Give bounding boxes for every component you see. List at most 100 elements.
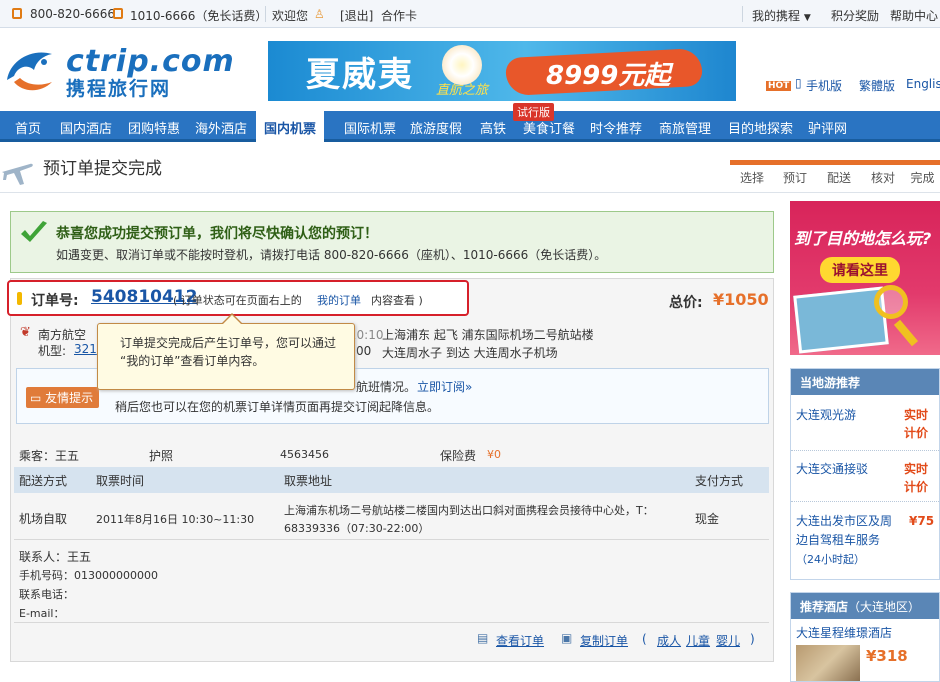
nav-seasonal[interactable]: 时令推荐 [590, 118, 642, 137]
flower-icon [442, 45, 482, 85]
magnifier-icon [874, 285, 908, 319]
banner-price: 8999元起 [546, 61, 671, 91]
bracket-close: ) [750, 632, 755, 646]
tour-sightseeing-link[interactable]: 大连观光游 [796, 406, 856, 423]
notice-badge: ▭ 友情提示 [26, 387, 100, 408]
col-address: 取票地址 [284, 474, 333, 488]
tour-car-rental-link[interactable]: 大连出发市区及周边自驾租车服务 [796, 512, 896, 550]
tour-car-rental-sub: （24小时起） [796, 553, 865, 566]
english-link[interactable]: English [906, 77, 940, 91]
mobile-version-link[interactable]: 手机版 [806, 77, 842, 94]
recommended-hotel-panel: 推荐酒店（大连地区） 大连星程维璟酒店 ¥318 [790, 592, 940, 682]
copy-order-icon: ▣ [561, 631, 573, 645]
nav-intl-flight[interactable]: 国际机票 [344, 118, 396, 137]
step-complete: 完成 [910, 171, 935, 185]
delivery-method: 机场自取 [19, 512, 68, 526]
phone-icon-2 [113, 7, 126, 21]
destination-ad[interactable]: 到了目的地怎么玩? 请看这里 [790, 201, 940, 355]
list-item: 大连出发市区及周边自驾租车服务 （24小时起） ¥75 [791, 503, 939, 573]
step-check: 核对 [870, 171, 895, 185]
checkmark-icon [21, 221, 47, 242]
local-tours-title: 当地游推荐 [791, 369, 939, 395]
trial-badge: 试行版 [513, 103, 554, 121]
hawaii-banner[interactable]: 夏威夷 直航之旅 8999元起 [268, 41, 736, 101]
delivery-table-header: 配送方式 取票时间 取票地址 支付方式 [14, 467, 769, 493]
view-order-link[interactable]: 查看订单 [496, 632, 544, 649]
nav-reviews[interactable]: 驴评网 [808, 118, 847, 137]
my-trip-menu[interactable]: 我的携程 ▼ [752, 7, 811, 24]
success-text: 如遇变更、取消订单或不能按时登机，请拨打电话 800-820-6666（座机）、… [56, 248, 607, 262]
nav-high-speed-rail[interactable]: 高铁 [480, 118, 506, 137]
my-trip-label: 我的携程 [752, 9, 801, 23]
hotel-photo[interactable] [796, 645, 860, 681]
points-link[interactable]: 积分奖励 [831, 7, 879, 24]
nav-overseas-hotel[interactable]: 海外酒店 [195, 118, 247, 137]
payment-method: 现金 [695, 512, 720, 526]
my-orders-link[interactable]: 我的订单 [317, 292, 361, 308]
marker-icon [17, 292, 22, 305]
pickup-time: 2011年8月16日 10:30~11:30 [96, 513, 255, 526]
hotline-1: 800-820-6666 [30, 7, 116, 21]
airline-name: 南方航空 [38, 328, 87, 342]
page-title: 预订单提交完成 [43, 159, 162, 179]
total-price: ¥1050 [713, 290, 769, 309]
traditional-version-link[interactable]: 繁體版 [859, 77, 895, 94]
aircraft-model-link[interactable]: 321 [74, 342, 97, 356]
copy-adult-link[interactable]: 成人 [657, 632, 681, 649]
contact-email: E-mail： [19, 607, 65, 620]
success-banner: 恭喜您成功提交预订单，我们将尽快确认您的预订！ 如遇变更、取消订单或不能按时登机… [10, 211, 774, 273]
col-payment: 支付方式 [695, 474, 744, 488]
tooltip-line1: 订单提交完成后产生订单号，您可以通过 [120, 336, 337, 350]
logout-link[interactable]: [退出] [340, 7, 373, 24]
ctrip-logo[interactable]: ctrip.com 携程旅行网 [2, 40, 234, 100]
banner-title: 夏威夷 [306, 55, 414, 95]
tooltip-line2: “我的订单”查看订单内容。 [120, 354, 265, 368]
id-type: 护照 [149, 449, 174, 463]
nav-business-travel[interactable]: 商旅管理 [659, 118, 711, 137]
hotel-name-link[interactable]: 大连星程维璟酒店 [796, 624, 892, 641]
tour-transfer-link[interactable]: 大连交通接驳 [796, 460, 868, 477]
insurance-label: 保险费 [440, 449, 477, 463]
help-link[interactable]: 帮助中心 [890, 7, 938, 24]
arrival-time: 00 [356, 344, 372, 358]
contact-name: 联系人：王五 [19, 550, 92, 564]
total-label: 总价: [669, 295, 703, 311]
mobile-icon: ▯ [795, 76, 802, 90]
departure-info: 上海浦东 起飞 浦东国际机场二号航站楼 [382, 328, 594, 342]
airplane-icon [2, 163, 33, 185]
contact-mobile: 手机号码：013000000000 [19, 569, 158, 582]
partner-card-link[interactable]: 合作卡 [381, 7, 417, 24]
passenger-name: 乘客：王五 [19, 449, 80, 463]
nav-home[interactable]: 首页 [15, 118, 41, 137]
notice-icon: ▭ [30, 391, 46, 405]
notice-line1: 航班情况。 [356, 380, 417, 394]
copy-infant-link[interactable]: 婴儿 [716, 632, 740, 649]
nav-domestic-hotel[interactable]: 国内酒店 [60, 118, 112, 137]
insurance-fee: ¥0 [487, 448, 501, 461]
copy-child-link[interactable]: 儿童 [686, 632, 710, 649]
dolphin-logo-icon [7, 52, 52, 91]
notice-line2: 稍后您也可以在您的机票订单详情页面再提交订阅起降信息。 [115, 400, 440, 414]
id-number: 4563456 [280, 448, 329, 461]
order-number-highlight: 订单号: 540810412 ( 订单状态可在页面右上的 我的订单 内容查看 ) [7, 280, 469, 316]
tour-price-3: ¥75 [909, 514, 935, 528]
col-time: 取票时间 [96, 474, 145, 488]
subscribe-link[interactable]: 立即订阅» [417, 378, 472, 395]
nav-destinations[interactable]: 目的地探索 [728, 118, 793, 137]
pickup-address-line2: 68339336（07:30-22:00） [284, 522, 430, 535]
tour-price-2: 实时计价 [904, 462, 929, 494]
step-select: 选择 [739, 171, 764, 185]
nav-vacation[interactable]: 旅游度假 [410, 118, 462, 137]
arrival-info: 大连周水子 到达 大连周水子机场 [382, 346, 558, 360]
hotel-title: 推荐酒店 [800, 600, 849, 614]
hotel-panel-title: 推荐酒店（大连地区） [791, 593, 939, 619]
tour-price-1: 实时计价 [904, 408, 929, 440]
model-label: 机型: [38, 344, 67, 358]
view-order-icon: ▤ [477, 631, 489, 645]
nav-group-buy[interactable]: 团购特惠 [128, 118, 180, 137]
bracket-open: ( [642, 632, 647, 646]
copy-order-link[interactable]: 复制订单 [580, 632, 628, 649]
list-item: 大连观光游 实时计价 [791, 397, 939, 451]
success-title: 恭喜您成功提交预订单，我们将尽快确认您的预订！ [56, 226, 378, 242]
nav-domestic-flight[interactable]: 国内机票 [256, 111, 325, 142]
